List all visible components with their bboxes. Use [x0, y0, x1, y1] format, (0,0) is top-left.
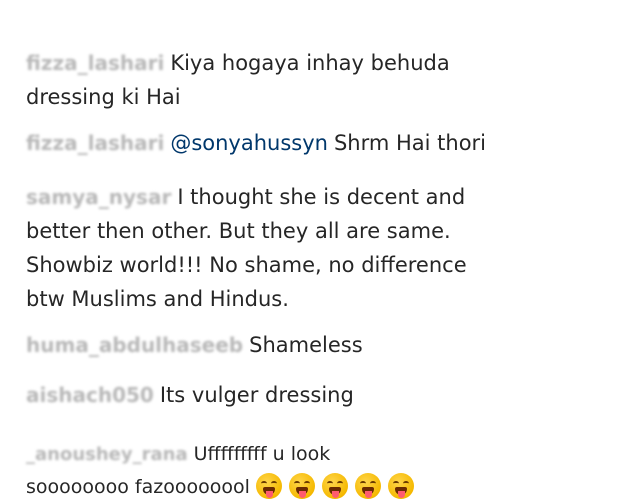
comment-username[interactable]: _anoushey_rana [26, 444, 188, 465]
emoji-group [255, 473, 414, 499]
face-with-tongue-emoji [387, 473, 414, 499]
face-with-tongue-emoji [354, 473, 381, 499]
face-with-tongue-emoji [255, 473, 282, 499]
comment-text: Its vulger dressing [159, 383, 354, 407]
face-with-tongue-emoji [321, 473, 348, 499]
comment-5: aishach050 Its vulger dressing [26, 344, 626, 412]
comment-username[interactable]: samya_nysar [26, 185, 171, 209]
comment-6: _anoushey_rana Ufffffffff u look sooooooo… [26, 406, 626, 503]
comment-username[interactable]: aishach050 [26, 383, 154, 407]
comment-3: samya_nysar I thought she is decent and b… [26, 146, 626, 316]
comment-username[interactable]: fizza_lashari [26, 51, 164, 75]
face-with-tongue-emoji [288, 473, 315, 499]
